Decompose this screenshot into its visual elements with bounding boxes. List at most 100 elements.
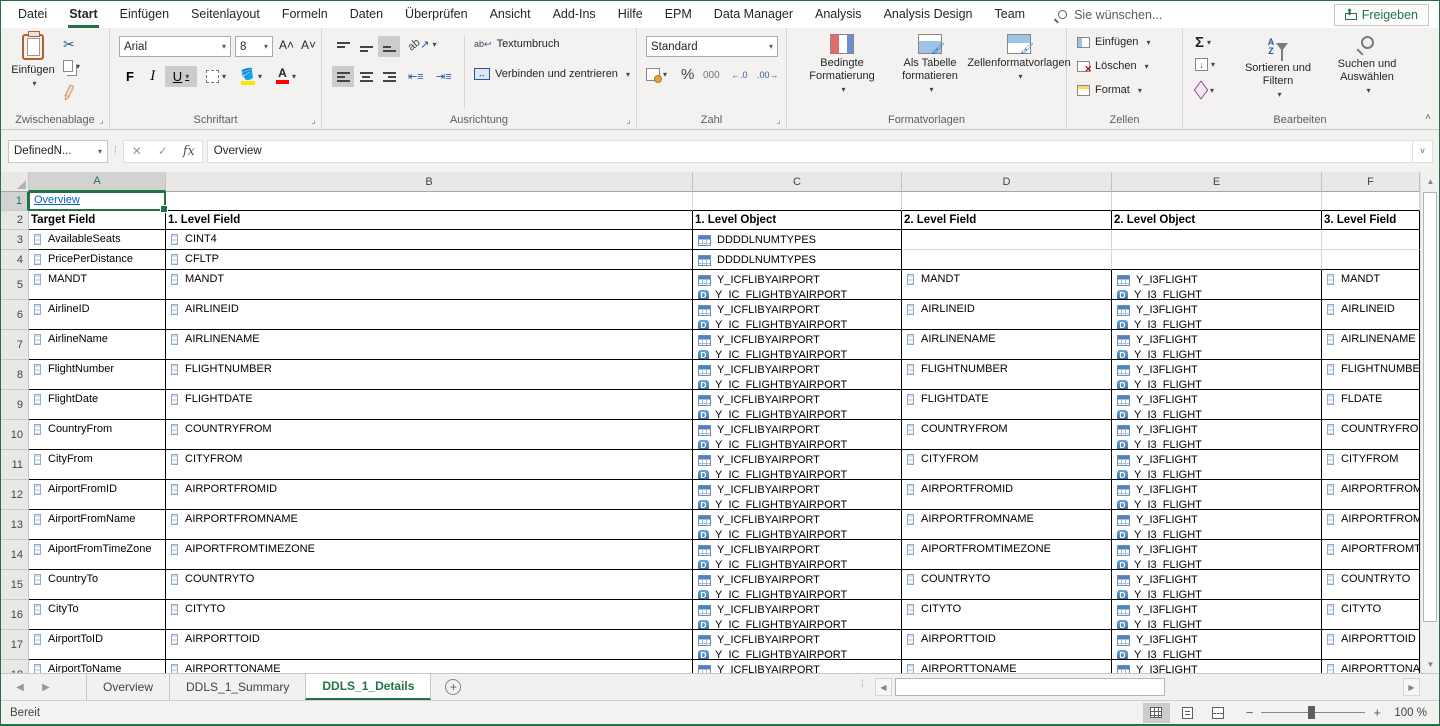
cell-E7[interactable]: Y_I3FLIGHTY_I3_FLIGHT — [1112, 330, 1322, 360]
cell-C8[interactable]: Y_ICFLIBYAIRPORTY_IC_FLIGHTBYAIRPORT — [693, 360, 902, 390]
menu-tab-datei[interactable]: Datei — [7, 1, 58, 28]
font-dialog-launcher[interactable] — [308, 115, 319, 126]
cell-C11[interactable]: Y_ICFLIBYAIRPORTY_IC_FLIGHTBYAIRPORT — [693, 450, 902, 480]
cell-B9[interactable]: FLIGHTDATE — [166, 390, 693, 420]
align-middle-button[interactable] — [355, 36, 377, 57]
cell-A12[interactable]: AirportFromID — [29, 480, 166, 510]
cell-F10[interactable]: COUNTRYFROM — [1322, 420, 1420, 450]
cell-C13[interactable]: Y_ICFLIBYAIRPORTY_IC_FLIGHTBYAIRPORT — [693, 510, 902, 540]
cell-A2[interactable]: Target Field — [29, 211, 166, 230]
cell-A3[interactable]: AvailableSeats — [29, 230, 166, 250]
increase-decimal-button[interactable]: ←.0 — [731, 70, 748, 80]
insert-function-button[interactable]: fx — [176, 144, 202, 159]
cell-E17[interactable]: Y_I3FLIGHTY_I3_FLIGHT — [1112, 630, 1322, 660]
cell-F3[interactable] — [1322, 230, 1420, 250]
menu-tab-analysis-design[interactable]: Analysis Design — [873, 1, 984, 28]
row-header-17[interactable]: 17 — [1, 630, 29, 660]
scroll-up-arrow[interactable]: ▲ — [1421, 172, 1439, 190]
cell-A16[interactable]: CityTo — [29, 600, 166, 630]
new-sheet-button[interactable]: + — [445, 679, 461, 695]
number-dialog-launcher[interactable] — [773, 115, 784, 126]
sheet-tab-ddls-1-summary[interactable]: DDLS_1_Summary — [169, 674, 306, 700]
align-left-button[interactable] — [332, 66, 354, 87]
sort-filter-button[interactable]: AZ Sortieren und Filtern — [1235, 36, 1321, 101]
alignment-dialog-launcher[interactable] — [623, 115, 634, 126]
cell-A4[interactable]: PricePerDistance — [29, 250, 166, 270]
cell-A9[interactable]: FlightDate — [29, 390, 166, 420]
font-size-combo[interactable]: 8▾ — [235, 36, 273, 57]
cell-D8[interactable]: FLIGHTNUMBER — [902, 360, 1112, 390]
cell-B14[interactable]: AIPORTFROMTIMEZONE — [166, 540, 693, 570]
cell-F6[interactable]: AIRLINEID — [1322, 300, 1420, 330]
expand-formula-bar-button[interactable]: ˅ — [1413, 140, 1433, 163]
shrink-font-button[interactable]: A˅ — [301, 38, 316, 52]
cell-D9[interactable]: FLIGHTDATE — [902, 390, 1112, 420]
row-header-5[interactable]: 5 — [1, 270, 29, 300]
cell-F2[interactable]: 3. Level Field — [1322, 211, 1420, 230]
cell-B12[interactable]: AIRPORTFROMID — [166, 480, 693, 510]
menu-tab-seitenlayout[interactable]: Seitenlayout — [180, 1, 271, 28]
cell-D3[interactable] — [902, 230, 1112, 250]
cell-C17[interactable]: Y_ICFLIBYAIRPORTY_IC_FLIGHTBYAIRPORT — [693, 630, 902, 660]
cell-E14[interactable]: Y_I3FLIGHTY_I3_FLIGHT — [1112, 540, 1322, 570]
cell-E12[interactable]: Y_I3FLIGHTY_I3_FLIGHT — [1112, 480, 1322, 510]
row-header-6[interactable]: 6 — [1, 300, 29, 330]
comma-style-button[interactable]: 000 — [703, 70, 720, 81]
cell-F13[interactable]: AIRPORTFROMNAME — [1322, 510, 1420, 540]
align-right-button[interactable] — [378, 66, 400, 87]
cell-E16[interactable]: Y_I3FLIGHTY_I3_FLIGHT — [1112, 600, 1322, 630]
row-header-3[interactable]: 3 — [1, 230, 29, 250]
column-header-A[interactable]: A — [29, 172, 166, 192]
cell-D17[interactable]: AIRPORTTOID — [902, 630, 1112, 660]
cell-D14[interactable]: AIPORTFROMTIMEZONE — [902, 540, 1112, 570]
tell-me-search[interactable]: Sie wünschen... — [1058, 1, 1162, 28]
cell-D15[interactable]: COUNTRYTO — [902, 570, 1112, 600]
cell-C2[interactable]: 1. Level Object — [693, 211, 902, 230]
cell-D2[interactable]: 2. Level Field — [902, 211, 1112, 230]
bold-button[interactable]: F — [119, 66, 141, 87]
cell-F18[interactable]: AIRPORTTONAME — [1322, 660, 1420, 673]
cell-A11[interactable]: CityFrom — [29, 450, 166, 480]
confirm-entry-button[interactable]: ✓ — [150, 144, 176, 158]
cell-B6[interactable]: AIRLINEID — [166, 300, 693, 330]
horizontal-scroll-thumb[interactable] — [895, 678, 1165, 696]
cell-A7[interactable]: AirlineName — [29, 330, 166, 360]
row-header-12[interactable]: 12 — [1, 480, 29, 510]
cell-D11[interactable]: CITYFROM — [902, 450, 1112, 480]
zoom-percentage[interactable]: 100 % — [1385, 707, 1427, 719]
cell-D1[interactable] — [902, 192, 1112, 211]
column-header-E[interactable]: E — [1112, 172, 1322, 192]
italic-button[interactable]: I — [142, 66, 164, 87]
cell-A13[interactable]: AirportFromName — [29, 510, 166, 540]
row-header-2[interactable]: 2 — [1, 211, 29, 230]
cell-F9[interactable]: FLDATE — [1322, 390, 1420, 420]
vertical-scrollbar[interactable]: ▲ ▼ — [1420, 172, 1439, 673]
row-header-15[interactable]: 15 — [1, 570, 29, 600]
format-painter-button[interactable]: 🖉 — [60, 82, 81, 107]
cell-F11[interactable]: CITYFROM — [1322, 450, 1420, 480]
cell-D7[interactable]: AIRLINENAME — [902, 330, 1112, 360]
normal-view-button[interactable] — [1143, 703, 1170, 723]
cell-F16[interactable]: CITYTO — [1322, 600, 1420, 630]
cell-B18[interactable]: AIRPORTTONAME — [166, 660, 693, 673]
cell-B4[interactable]: CFLTP — [166, 250, 693, 270]
vertical-scroll-thumb[interactable] — [1423, 192, 1437, 622]
cell-A17[interactable]: AirportToID — [29, 630, 166, 660]
row-header-14[interactable]: 14 — [1, 540, 29, 570]
cell-A5[interactable]: MANDT — [29, 270, 166, 300]
cell-C16[interactable]: Y_ICFLIBYAIRPORTY_IC_FLIGHTBYAIRPORT — [693, 600, 902, 630]
cell-C18[interactable]: Y_ICFLIBYAIRPORTY_IC_FLIGHTBYAIRPORT — [693, 660, 902, 673]
cell-F12[interactable]: AIRPORTFROMID — [1322, 480, 1420, 510]
percent-style-button[interactable]: % — [681, 66, 694, 83]
menu-tab-add-ins[interactable]: Add-Ins — [542, 1, 607, 28]
cell-E8[interactable]: Y_I3FLIGHTY_I3_FLIGHT — [1112, 360, 1322, 390]
sheet-tab-ddls-1-details[interactable]: DDLS_1_Details — [305, 674, 431, 700]
row-header-7[interactable]: 7 — [1, 330, 29, 360]
cell-D6[interactable]: AIRLINEID — [902, 300, 1112, 330]
cell-B7[interactable]: AIRLINENAME — [166, 330, 693, 360]
cell-E3[interactable] — [1112, 230, 1322, 250]
cell-E10[interactable]: Y_I3FLIGHTY_I3_FLIGHT — [1112, 420, 1322, 450]
paste-button[interactable]: Einfügen — [9, 34, 57, 90]
zoom-track[interactable] — [1261, 712, 1365, 713]
cell-F8[interactable]: FLIGHTNUMBER — [1322, 360, 1420, 390]
